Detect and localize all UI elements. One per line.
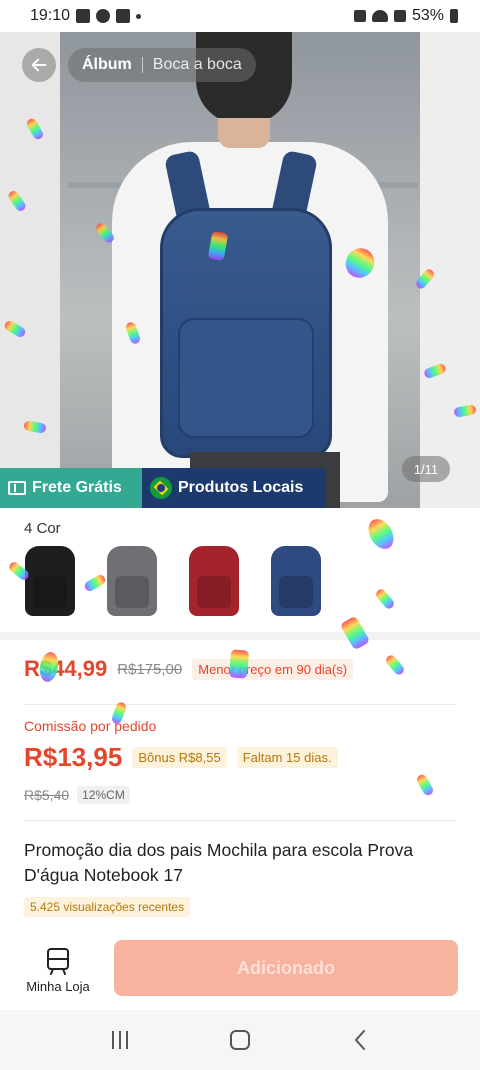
- tab-album[interactable]: Álbum: [82, 56, 132, 74]
- status-bar: 19:10 53%: [0, 0, 480, 32]
- chevron-left-icon: [355, 1030, 365, 1050]
- youtube-notification-icon: [116, 9, 131, 23]
- my-store-label: Minha Loja: [26, 978, 90, 994]
- commission-rate-row: R$5,40 12%CM: [24, 786, 130, 804]
- original-price: R$175,00: [117, 660, 183, 678]
- image-bg-right: [420, 32, 480, 508]
- backpack-thumbnail: [189, 546, 239, 616]
- color-swatch-gray[interactable]: [106, 542, 158, 620]
- added-button[interactable]: Adicionado: [114, 940, 458, 996]
- product-image[interactable]: [0, 32, 480, 508]
- gallery-notification-icon: [76, 9, 91, 23]
- old-commission-value: R$5,40: [24, 787, 70, 803]
- wifi-icon: [371, 10, 388, 22]
- commission-row: R$13,95 Bônus R$8,55 Faltam 15 dias.: [24, 742, 338, 773]
- backpack-thumbnail: [107, 546, 157, 616]
- backpack-thumbnail: [271, 546, 321, 616]
- back-button[interactable]: [22, 48, 56, 82]
- home-icon: [230, 1030, 250, 1050]
- local-products-tag: Produtos Locais: [142, 468, 326, 508]
- confetti-piece: [374, 587, 396, 611]
- commission-value: R$13,95: [24, 742, 123, 772]
- signal-icon: [393, 10, 406, 22]
- recents-icon: [112, 1031, 128, 1049]
- tab-separator: [141, 57, 143, 73]
- color-swatch-red[interactable]: [188, 542, 240, 620]
- battery-percent: 53%: [411, 7, 444, 24]
- color-swatches: [24, 542, 322, 620]
- status-left: 19:10: [30, 7, 142, 25]
- image-bg-left: [0, 32, 60, 508]
- free-shipping-label: Frete Grátis: [32, 479, 122, 496]
- color-swatch-black[interactable]: [24, 542, 76, 620]
- product-title: Promoção dia dos pais Mochila para escol…: [24, 840, 414, 885]
- commission-divider: [24, 820, 456, 821]
- commission-label: Comissão por pedido: [24, 718, 157, 734]
- brazil-flag-icon: [150, 477, 172, 499]
- system-back-button[interactable]: [340, 1020, 380, 1060]
- recents-button[interactable]: [100, 1020, 140, 1060]
- local-products-label: Produtos Locais: [178, 479, 304, 496]
- current-price: R$44,99: [24, 656, 108, 681]
- ticket-icon: [8, 481, 26, 495]
- store-icon: [47, 947, 69, 975]
- battery-icon: [450, 9, 458, 23]
- free-shipping-tag: Frete Grátis: [0, 468, 142, 508]
- my-store-button[interactable]: Minha Loja: [18, 940, 98, 1000]
- days-left-badge: Faltam 15 dias.: [236, 747, 338, 768]
- confetti-piece: [415, 772, 435, 798]
- confetti-piece: [363, 514, 399, 554]
- gallery-tabs: Álbum Boca a boca: [68, 48, 256, 82]
- screen: 19:10 53% Álbum Boca a boca 1/11 Frete G…: [0, 0, 480, 1070]
- backpack-thumbnail: [25, 546, 75, 616]
- more-notifications-icon: [136, 13, 142, 19]
- recent-views-badge: 5.425 visualizações recentes: [24, 897, 191, 917]
- commission-rate-badge: 12%CM: [77, 786, 130, 804]
- whatsapp-notification-icon: [96, 9, 111, 23]
- price-row: R$44,99 R$175,00 Menor preço em 90 dia(s…: [24, 656, 354, 682]
- home-button[interactable]: [220, 1020, 260, 1060]
- status-time: 19:10: [30, 7, 71, 24]
- tab-word-of-mouth[interactable]: Boca a boca: [153, 56, 242, 74]
- color-swatch-blue[interactable]: [270, 542, 322, 620]
- promo-banner: Frete Grátis Produtos Locais: [0, 468, 480, 508]
- image-model-neck: [218, 118, 270, 148]
- status-right: 53%: [353, 7, 458, 25]
- mute-icon: [353, 10, 366, 22]
- bonus-badge: Bônus R$8,55: [132, 747, 227, 768]
- lowest-price-badge: Menor preço em 90 dia(s): [192, 658, 354, 680]
- image-backpack-pocket: [178, 318, 314, 438]
- price-divider: [24, 704, 456, 705]
- system-nav-bar: [0, 1010, 480, 1070]
- colors-count-label: 4 Cor: [24, 520, 61, 537]
- section-divider: [0, 632, 480, 640]
- arrow-left-icon: [31, 58, 47, 72]
- confetti-piece: [384, 653, 406, 677]
